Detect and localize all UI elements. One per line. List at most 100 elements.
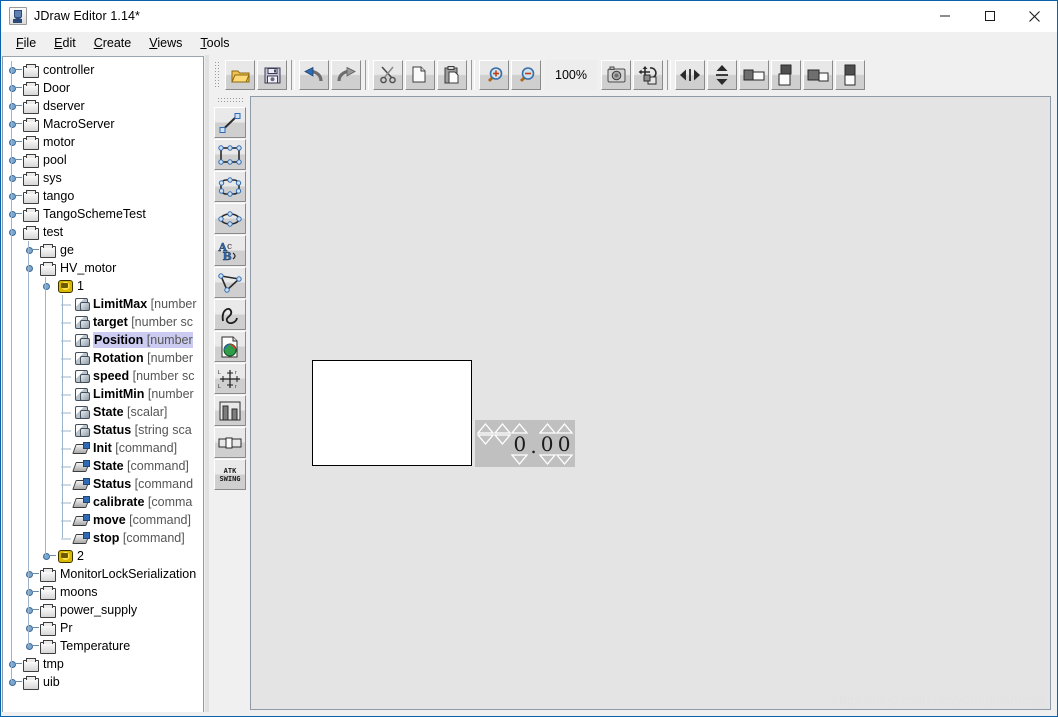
tree-node-state[interactable]: State [scalar]: [3, 403, 203, 421]
tree-node-move[interactable]: move [command]: [3, 511, 203, 529]
align-bottom-button[interactable]: [835, 60, 865, 90]
close-button[interactable]: [1012, 1, 1057, 31]
tree-node-tangoschemetest[interactable]: TangoSchemeTest: [3, 205, 203, 223]
tree-expand-handle[interactable]: [7, 98, 23, 114]
spinner-up-arrow[interactable]: [477, 422, 495, 434]
minimize-button[interactable]: [922, 1, 967, 31]
tree-node-limitmin[interactable]: LimitMin [number: [3, 385, 203, 403]
palette-drag-grip[interactable]: [217, 97, 243, 104]
slider-tool-button[interactable]: [214, 427, 246, 458]
spinner-up-arrow[interactable]: [494, 422, 512, 434]
spinner-down-arrow[interactable]: [511, 453, 529, 465]
tree-expand-handle[interactable]: [24, 602, 40, 618]
tree-collapse-handle[interactable]: [24, 260, 40, 278]
atk-swing-button[interactable]: ATK SWING: [214, 459, 246, 490]
spinner-down-arrow[interactable]: [555, 453, 573, 465]
spinner-down-arrow[interactable]: [494, 433, 512, 445]
toolbar-drag-grip[interactable]: [214, 61, 221, 89]
tree-expand-handle[interactable]: [7, 80, 23, 96]
copy-button[interactable]: [405, 60, 435, 90]
tree-node-limitmax[interactable]: LimitMax [number: [3, 295, 203, 313]
tree-expand-handle[interactable]: [24, 584, 40, 600]
menu-edit[interactable]: Edit: [45, 34, 85, 53]
line-tool-button[interactable]: [214, 107, 246, 138]
tree-node-rotation[interactable]: Rotation [number: [3, 349, 203, 367]
align-horizontal-button[interactable]: [675, 60, 705, 90]
tree-node-door[interactable]: Door: [3, 79, 203, 97]
align-right-button[interactable]: [803, 60, 833, 90]
spinner-down-arrow[interactable]: [477, 433, 495, 445]
tree-node-2[interactable]: 2: [3, 547, 203, 565]
numeric-spinner-widget[interactable]: 0 . 00: [475, 420, 575, 467]
tree-expand-handle[interactable]: [7, 62, 23, 78]
zoom-in-button[interactable]: [479, 60, 509, 90]
spinner-digit-column[interactable]: [494, 422, 512, 465]
maximize-button[interactable]: [967, 1, 1012, 31]
tree-node-hv_motor[interactable]: HV_motor: [3, 259, 203, 278]
zoom-level-label[interactable]: 100%: [545, 60, 597, 90]
bar-tool-button[interactable]: [214, 395, 246, 426]
tree-node-macroserver[interactable]: MacroServer: [3, 115, 203, 133]
tree-node-pr[interactable]: Pr: [3, 619, 203, 637]
tree-node-moons[interactable]: moons: [3, 583, 203, 601]
spinner-digit-column[interactable]: [477, 422, 495, 465]
tree-node-target[interactable]: target [number sc: [3, 313, 203, 331]
cut-button[interactable]: [373, 60, 403, 90]
tree-node-monitorlockserialization[interactable]: MonitorLockSerialization: [3, 565, 203, 583]
tree-node-status[interactable]: Status [string sca: [3, 421, 203, 439]
tree-expand-handle[interactable]: [24, 620, 40, 636]
tree-node-dserver[interactable]: dserver: [3, 97, 203, 115]
tree-node-temperature[interactable]: Temperature: [3, 637, 203, 655]
paste-button[interactable]: [437, 60, 467, 90]
tree-node-test[interactable]: test: [3, 223, 203, 242]
align-top-button[interactable]: [771, 60, 801, 90]
axis-tool-button[interactable]: L r L r: [214, 363, 246, 394]
menu-views[interactable]: Views: [140, 34, 191, 53]
drawing-canvas[interactable]: 0 . 00 https://blog.csdn.net/youngdianfe…: [250, 96, 1051, 710]
tree-node-power_supply[interactable]: power_supply: [3, 601, 203, 619]
align-vertical-button[interactable]: [707, 60, 737, 90]
tree-node-calibrate[interactable]: calibrate [comma: [3, 493, 203, 511]
tree-expand-handle[interactable]: [41, 548, 57, 564]
image-tool-button[interactable]: [214, 331, 246, 362]
polyline-tool-button[interactable]: [214, 267, 246, 298]
tree-expand-handle[interactable]: [7, 206, 23, 222]
save-button[interactable]: [257, 60, 287, 90]
tree-node-init[interactable]: Init [command]: [3, 439, 203, 457]
menu-file[interactable]: File: [7, 34, 45, 53]
rounded-rectangle-tool-button[interactable]: [214, 171, 246, 202]
rectangle-tool-button[interactable]: [214, 139, 246, 170]
settings-button[interactable]: [601, 60, 631, 90]
text-tool-button[interactable]: A c B: [214, 235, 246, 266]
spline-tool-button[interactable]: [214, 299, 246, 330]
tree-expand-handle[interactable]: [7, 170, 23, 186]
tree-node-tango[interactable]: tango: [3, 187, 203, 205]
spinner-digit-column[interactable]: 0: [511, 422, 529, 465]
tree-node-ge[interactable]: ge: [3, 241, 203, 259]
tree-node-state[interactable]: State [command]: [3, 457, 203, 475]
tree-expand-handle[interactable]: [7, 656, 23, 672]
undo-button[interactable]: [299, 60, 329, 90]
tree-node-1[interactable]: 1: [3, 277, 203, 296]
tree-expand-handle[interactable]: [7, 116, 23, 132]
tree-expand-handle[interactable]: [7, 188, 23, 204]
tree-node-motor[interactable]: motor: [3, 133, 203, 151]
tree-expand-handle[interactable]: [24, 242, 40, 258]
transform-button[interactable]: [633, 60, 663, 90]
tree-node-position[interactable]: Position [number: [3, 331, 203, 349]
tree-node-pool[interactable]: pool: [3, 151, 203, 169]
ellipse-tool-button[interactable]: [214, 203, 246, 234]
menu-create[interactable]: Create: [85, 34, 141, 53]
spinner-digit-column[interactable]: 0: [555, 422, 573, 465]
tree-expand-handle[interactable]: [7, 152, 23, 168]
tree-expand-handle[interactable]: [7, 674, 23, 690]
tree-node-status[interactable]: Status [command: [3, 475, 203, 493]
device-tree-scroll[interactable]: controller Door dserver MacroServer motor poo…: [3, 57, 203, 716]
tree-collapse-handle[interactable]: [41, 278, 57, 296]
tree-node-stop[interactable]: stop [command]: [3, 529, 203, 547]
tree-node-tmp[interactable]: tmp: [3, 655, 203, 673]
tree-collapse-handle[interactable]: [7, 224, 23, 242]
tree-node-speed[interactable]: speed [number sc: [3, 367, 203, 385]
tree-expand-handle[interactable]: [7, 134, 23, 150]
tree-node-uib[interactable]: uib: [3, 673, 203, 691]
